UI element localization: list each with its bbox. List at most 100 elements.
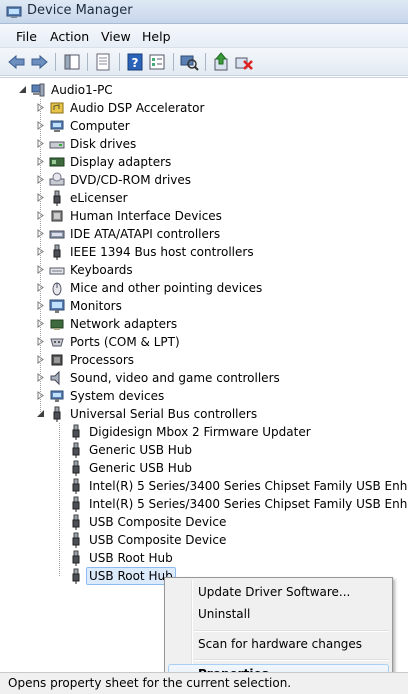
- tree-category[interactable]: IEEE 1394 Bus host controllers: [0, 243, 408, 261]
- tree-device[interactable]: USB Composite Device: [0, 531, 408, 549]
- tree-category-label: eLicenser: [70, 191, 128, 205]
- tree-device[interactable]: Generic USB Hub: [0, 441, 408, 459]
- tree-category[interactable]: Human Interface Devices: [0, 207, 408, 225]
- keyboard-icon: [49, 267, 65, 275]
- tree-category[interactable]: IDE ATA/ATAPI controllers: [0, 225, 408, 243]
- device-manager-icon: [6, 6, 22, 18]
- window-title: Device Manager: [27, 3, 133, 18]
- usb-plug-icon: [72, 478, 80, 494]
- status-text: Opens property sheet for the current sel…: [8, 676, 292, 690]
- forward-arrow-icon[interactable]: [28, 51, 50, 73]
- usb-plug-icon: [72, 532, 80, 548]
- tree-device-label: Intel(R) 5 Series/3400 Series Chipset Fa…: [89, 479, 408, 493]
- usb-plug-icon: [72, 568, 80, 584]
- audio-dsp-icon: [50, 102, 64, 114]
- usb-plug-icon: [72, 424, 80, 440]
- tree-category[interactable]: DVD/CD-ROM drives: [0, 171, 408, 189]
- usb-plug-icon: [72, 460, 80, 476]
- title-bar: Device Manager: [0, 0, 408, 24]
- back-arrow-icon[interactable]: [6, 51, 28, 73]
- menu-scan-hardware[interactable]: Scan for hardware changes: [198, 637, 362, 651]
- usb-plug-icon: [72, 514, 80, 530]
- tree-root[interactable]: Audio1-PC: [0, 81, 408, 99]
- tree-category[interactable]: Audio DSP Accelerator: [0, 99, 408, 117]
- tree-category-label: Network adapters: [70, 317, 178, 331]
- tree-category-label: IDE ATA/ATAPI controllers: [70, 227, 221, 241]
- tree-device-label: Digidesign Mbox 2 Firmware Updater: [89, 425, 311, 439]
- tree-device[interactable]: Intel(R) 5 Series/3400 Series Chipset Fa…: [0, 477, 408, 495]
- processor-icon: [51, 354, 63, 366]
- tree-category[interactable]: Universal Serial Bus controllers: [0, 405, 408, 423]
- ide-controller-icon: [49, 230, 65, 239]
- tree-category[interactable]: Keyboards: [0, 261, 408, 279]
- tree-category[interactable]: Computer: [0, 117, 408, 135]
- tree-category[interactable]: Monitors: [0, 297, 408, 315]
- tree-category[interactable]: Mice and other pointing devices: [0, 279, 408, 297]
- collapse-root-arrow-icon[interactable]: [18, 85, 27, 94]
- port-icon: [50, 338, 64, 347]
- tree-device-label: USB Composite Device: [89, 515, 227, 529]
- tree-device-label: USB Root Hub: [89, 551, 173, 565]
- view-list-icon[interactable]: [146, 51, 168, 73]
- uninstall-icon[interactable]: [232, 51, 254, 73]
- menu-help[interactable]: Help: [142, 29, 171, 44]
- tree-category-label: DVD/CD-ROM drives: [70, 173, 192, 187]
- menu-view[interactable]: View: [101, 29, 131, 44]
- usb-plug-icon: [53, 190, 61, 206]
- computer-root-icon: [31, 83, 45, 97]
- menu-bar: File Action View Help: [0, 24, 408, 48]
- menu-update-driver[interactable]: Update Driver Software...: [198, 585, 350, 599]
- tree-category-label: Sound, video and game controllers: [70, 371, 280, 385]
- tree-category-label: Display adapters: [70, 155, 172, 169]
- usb-plug-icon: [72, 550, 80, 566]
- speaker-icon: [50, 370, 60, 386]
- tree-device-label: Generic USB Hub: [89, 443, 193, 457]
- menu-uninstall[interactable]: Uninstall: [198, 607, 250, 621]
- tree-device[interactable]: Intel(R) 5 Series/3400 Series Chipset Fa…: [0, 495, 408, 513]
- tree-category[interactable]: Disk drives: [0, 135, 408, 153]
- update-driver-icon[interactable]: [210, 51, 232, 73]
- tree-category-label: Mice and other pointing devices: [70, 281, 263, 295]
- tree-category[interactable]: eLicenser: [0, 189, 408, 207]
- menu-file[interactable]: File: [16, 29, 37, 44]
- tree-device[interactable]: Generic USB Hub: [0, 459, 408, 477]
- properties-sheet-icon[interactable]: [92, 51, 114, 73]
- tree-category-label: IEEE 1394 Bus host controllers: [70, 245, 254, 259]
- svg-text:?: ?: [132, 56, 139, 70]
- help-icon[interactable]: ?: [124, 51, 146, 73]
- status-bar: Opens property sheet for the current sel…: [0, 672, 408, 694]
- hid-icon: [51, 210, 63, 222]
- tree-device[interactable]: Digidesign Mbox 2 Firmware Updater: [0, 423, 408, 441]
- tree-category[interactable]: Network adapters: [0, 315, 408, 333]
- scan-hardware-icon[interactable]: [178, 51, 200, 73]
- tree-device-label: Intel(R) 5 Series/3400 Series Chipset Fa…: [89, 497, 408, 511]
- tree-category[interactable]: System devices: [0, 387, 408, 405]
- toolbar: ?: [0, 48, 408, 76]
- tree-category-label: Disk drives: [70, 137, 137, 151]
- tree-category[interactable]: Display adapters: [0, 153, 408, 171]
- usb-plug-icon: [72, 442, 80, 458]
- usb-plug-icon: [53, 244, 61, 260]
- tree-device[interactable]: USB Root Hub: [0, 549, 408, 567]
- usb-plug-icon: [72, 496, 80, 512]
- network-adapter-icon: [50, 319, 64, 330]
- dvd-drive-icon: [49, 172, 65, 186]
- computer-icon: [50, 120, 64, 132]
- usb-plug-icon: [53, 406, 61, 422]
- menu-action[interactable]: Action: [50, 29, 89, 44]
- tree-category-label: System devices: [70, 389, 165, 403]
- monitor-icon: [49, 299, 65, 313]
- tree-device-label: USB Composite Device: [89, 533, 227, 547]
- tree-category-label: Processors: [70, 353, 135, 367]
- tree-root-label: Audio1-PC: [51, 83, 113, 97]
- tree-category-label: Monitors: [70, 299, 122, 313]
- tree-category-label: Human Interface Devices: [70, 209, 222, 223]
- tree-device[interactable]: USB Composite Device: [0, 513, 408, 531]
- tree-category[interactable]: Sound, video and game controllers: [0, 369, 408, 387]
- tree-category-label: Audio DSP Accelerator: [70, 101, 205, 115]
- tree-category-label: Universal Serial Bus controllers: [70, 407, 258, 421]
- tree-category[interactable]: Ports (COM & LPT): [0, 333, 408, 351]
- show-hide-console-tree-icon[interactable]: [61, 51, 83, 73]
- tree-category[interactable]: Processors: [0, 351, 408, 369]
- disk-drive-icon: [49, 141, 65, 149]
